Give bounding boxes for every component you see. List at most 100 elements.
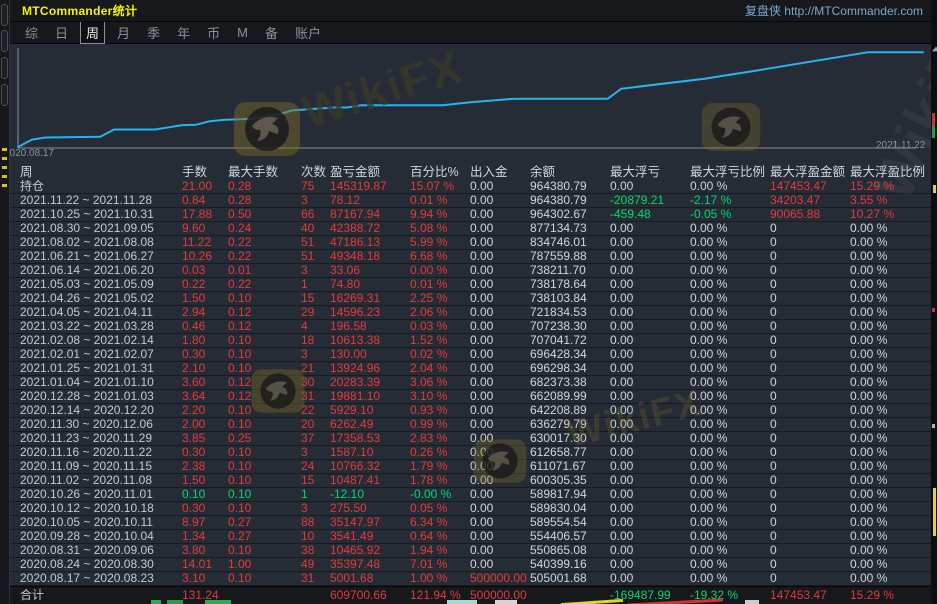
table-cell: 0 bbox=[770, 278, 850, 291]
table-cell: 0.10 bbox=[228, 362, 301, 375]
table-row[interactable]: 2020.08.31 ~ 2020.09.063.800.103810465.9… bbox=[10, 544, 932, 558]
table-row[interactable]: 2021.06.21 ~ 2021.06.2710.260.225149348.… bbox=[10, 250, 932, 264]
table-row[interactable]: 2020.08.17 ~ 2020.08.233.100.10315001.68… bbox=[10, 572, 932, 586]
table-cell: 0.10 bbox=[228, 292, 301, 305]
table-row[interactable]: 2021.08.30 ~ 2021.09.059.600.244042388.7… bbox=[10, 222, 932, 236]
table-cell: 0.00 % bbox=[850, 306, 932, 319]
table-row[interactable]: 2020.12.14 ~ 2020.12.202.200.10225929.10… bbox=[10, 404, 932, 418]
table-row[interactable]: 2021.01.04 ~ 2021.01.103.600.123020283.3… bbox=[10, 376, 932, 390]
menu-item-ji[interactable]: 季 bbox=[142, 22, 165, 43]
table-cell: 0.00 % bbox=[850, 264, 932, 277]
table-cell: 11.22 bbox=[182, 236, 228, 249]
total-row[interactable]: 合计131.24609700.66121.94 %500000.00-16948… bbox=[10, 586, 932, 604]
table-cell: 0.00 % bbox=[850, 292, 932, 305]
menu-item-zhou[interactable]: 周 bbox=[80, 21, 105, 44]
table-cell: 3.06 % bbox=[410, 376, 470, 389]
background-marker bbox=[932, 126, 935, 138]
table-cell: 0 bbox=[770, 488, 850, 501]
table-cell: 17358.53 bbox=[330, 432, 410, 445]
menu-item-ri[interactable]: 日 bbox=[50, 22, 73, 43]
table-cell: 0 bbox=[770, 306, 850, 319]
table-row[interactable]: 2020.08.24 ~ 2020.08.3014.011.004935397.… bbox=[10, 558, 932, 572]
table-cell: 0.12 bbox=[228, 376, 301, 389]
table-cell: 0.00 % bbox=[850, 488, 932, 501]
table-row[interactable]: 2020.11.23 ~ 2020.11.293.850.253717358.5… bbox=[10, 432, 932, 446]
table-row[interactable]: 2021.11.22 ~ 2021.11.280.840.28378.120.0… bbox=[10, 194, 932, 208]
table-cell: 0.00 bbox=[470, 474, 530, 487]
menu-item-bei[interactable]: 备 bbox=[260, 22, 283, 43]
table-cell: 0.00 bbox=[470, 222, 530, 235]
table-cell: 6.68 % bbox=[410, 250, 470, 263]
table-row[interactable]: 2021.02.08 ~ 2021.02.141.800.101810613.3… bbox=[10, 334, 932, 348]
table-cell: 0.12 bbox=[228, 306, 301, 319]
table-cell: 147453.47 bbox=[770, 180, 850, 193]
table-cell: 0.00 bbox=[610, 320, 690, 333]
table-cell: 834746.01 bbox=[530, 236, 610, 249]
table-row[interactable]: 2021.01.25 ~ 2021.01.312.100.102113924.9… bbox=[10, 362, 932, 376]
table-cell: 0.10 bbox=[228, 460, 301, 473]
menu-item-yue[interactable]: 月 bbox=[112, 22, 135, 43]
table-cell: 1.34 bbox=[182, 530, 228, 543]
table-cell: 0.22 bbox=[228, 236, 301, 249]
column-header: 周 bbox=[20, 161, 182, 180]
table-cell: 145319.87 bbox=[330, 180, 410, 193]
table-row[interactable]: 2020.11.16 ~ 2020.11.220.300.1031587.100… bbox=[10, 446, 932, 460]
table-cell: 0.10 bbox=[228, 488, 301, 501]
table-row[interactable]: 2020.10.26 ~ 2020.11.010.100.101-12.10-0… bbox=[10, 488, 932, 502]
table-cell: 121.94 % bbox=[410, 587, 470, 604]
table-cell: 0.00 bbox=[470, 250, 530, 263]
table-cell: 16269.31 bbox=[330, 292, 410, 305]
table-row[interactable]: 2020.11.30 ~ 2020.12.062.000.10206262.49… bbox=[10, 418, 932, 432]
background-toolbar-button bbox=[1, 30, 8, 52]
table-cell: 0.00 % bbox=[850, 516, 932, 529]
table-cell: 1.52 % bbox=[410, 334, 470, 347]
menu-item-nian[interactable]: 年 bbox=[172, 22, 195, 43]
table-row[interactable]: 2021.08.02 ~ 2021.08.0811.220.225147186.… bbox=[10, 236, 932, 250]
menu-item-zhanghu[interactable]: 账户 bbox=[290, 22, 326, 43]
menu-item-m[interactable]: M bbox=[232, 24, 253, 41]
brand-link[interactable]: 复盘侠 http://MTCommander.com bbox=[745, 2, 923, 19]
table-cell: 275.50 bbox=[330, 502, 410, 515]
table-cell: 1 bbox=[301, 488, 330, 501]
column-header: 最大浮盈比例 bbox=[850, 161, 932, 180]
table-cell: 0.22 bbox=[228, 278, 301, 291]
table-row[interactable]: 持仓21.000.2875145319.8715.07 %0.00964380.… bbox=[10, 180, 932, 194]
table-row[interactable]: 2020.11.09 ~ 2020.11.152.380.102410766.3… bbox=[10, 460, 932, 474]
table-cell: 130.00 bbox=[330, 348, 410, 361]
table-cell: 0 bbox=[770, 264, 850, 277]
table-row[interactable]: 2021.04.26 ~ 2021.05.021.500.101516269.3… bbox=[10, 292, 932, 306]
table-cell: 589554.54 bbox=[530, 516, 610, 529]
table-cell: 0.00 % bbox=[690, 558, 770, 571]
table-row[interactable]: 2021.03.22 ~ 2021.03.280.460.124196.580.… bbox=[10, 320, 932, 334]
table-row[interactable]: 2020.09.28 ~ 2020.10.041.340.27103541.49… bbox=[10, 530, 932, 544]
background-marker bbox=[932, 47, 937, 52]
table-cell: 3541.49 bbox=[330, 530, 410, 543]
table-cell: 0.00 bbox=[610, 516, 690, 529]
x-axis-end-label: 2021.11.22 bbox=[876, 140, 925, 151]
table-row[interactable]: 2021.05.03 ~ 2021.05.090.220.22174.800.0… bbox=[10, 278, 932, 292]
table-row[interactable]: 2021.04.05 ~ 2021.04.112.940.122914596.2… bbox=[10, 306, 932, 320]
menu-item-zong[interactable]: 综 bbox=[20, 22, 43, 43]
table-cell: 0.00 % bbox=[690, 544, 770, 557]
table-cell: 0.00 bbox=[610, 222, 690, 235]
table-cell: 0 bbox=[770, 558, 850, 571]
table-row[interactable]: 2021.10.25 ~ 2021.10.3117.880.506687167.… bbox=[10, 208, 932, 222]
table-cell: 0.00 % bbox=[690, 320, 770, 333]
table-cell: 2021.02.01 ~ 2021.02.07 bbox=[20, 348, 182, 361]
table-row[interactable]: 2021.02.01 ~ 2021.02.070.300.103130.000.… bbox=[10, 348, 932, 362]
table-cell: 0.00 % bbox=[690, 460, 770, 473]
table-row[interactable]: 2021.06.14 ~ 2021.06.200.030.01333.060.0… bbox=[10, 264, 932, 278]
table-cell: 0.00 % bbox=[690, 348, 770, 361]
table-cell: 0.00 % bbox=[690, 446, 770, 459]
table-cell: 0.00 bbox=[610, 362, 690, 375]
table-row[interactable]: 2020.10.12 ~ 2020.10.180.300.103275.500.… bbox=[10, 502, 932, 516]
menu-item-bi[interactable]: 币 bbox=[202, 22, 225, 43]
table-row[interactable]: 2020.12.28 ~ 2021.01.033.640.123119881.1… bbox=[10, 390, 932, 404]
table-cell: 0.28 bbox=[228, 194, 301, 207]
table-row[interactable]: 2020.10.05 ~ 2020.10.118.970.278835147.9… bbox=[10, 516, 932, 530]
table-row[interactable]: 2020.11.02 ~ 2020.11.081.500.101510487.4… bbox=[10, 474, 932, 488]
table-cell: 0.00 bbox=[610, 558, 690, 571]
table-cell: 2021.08.02 ~ 2021.08.08 bbox=[20, 236, 182, 249]
table-cell: 2021.02.08 ~ 2021.02.14 bbox=[20, 334, 182, 347]
background-marker bbox=[932, 308, 935, 312]
